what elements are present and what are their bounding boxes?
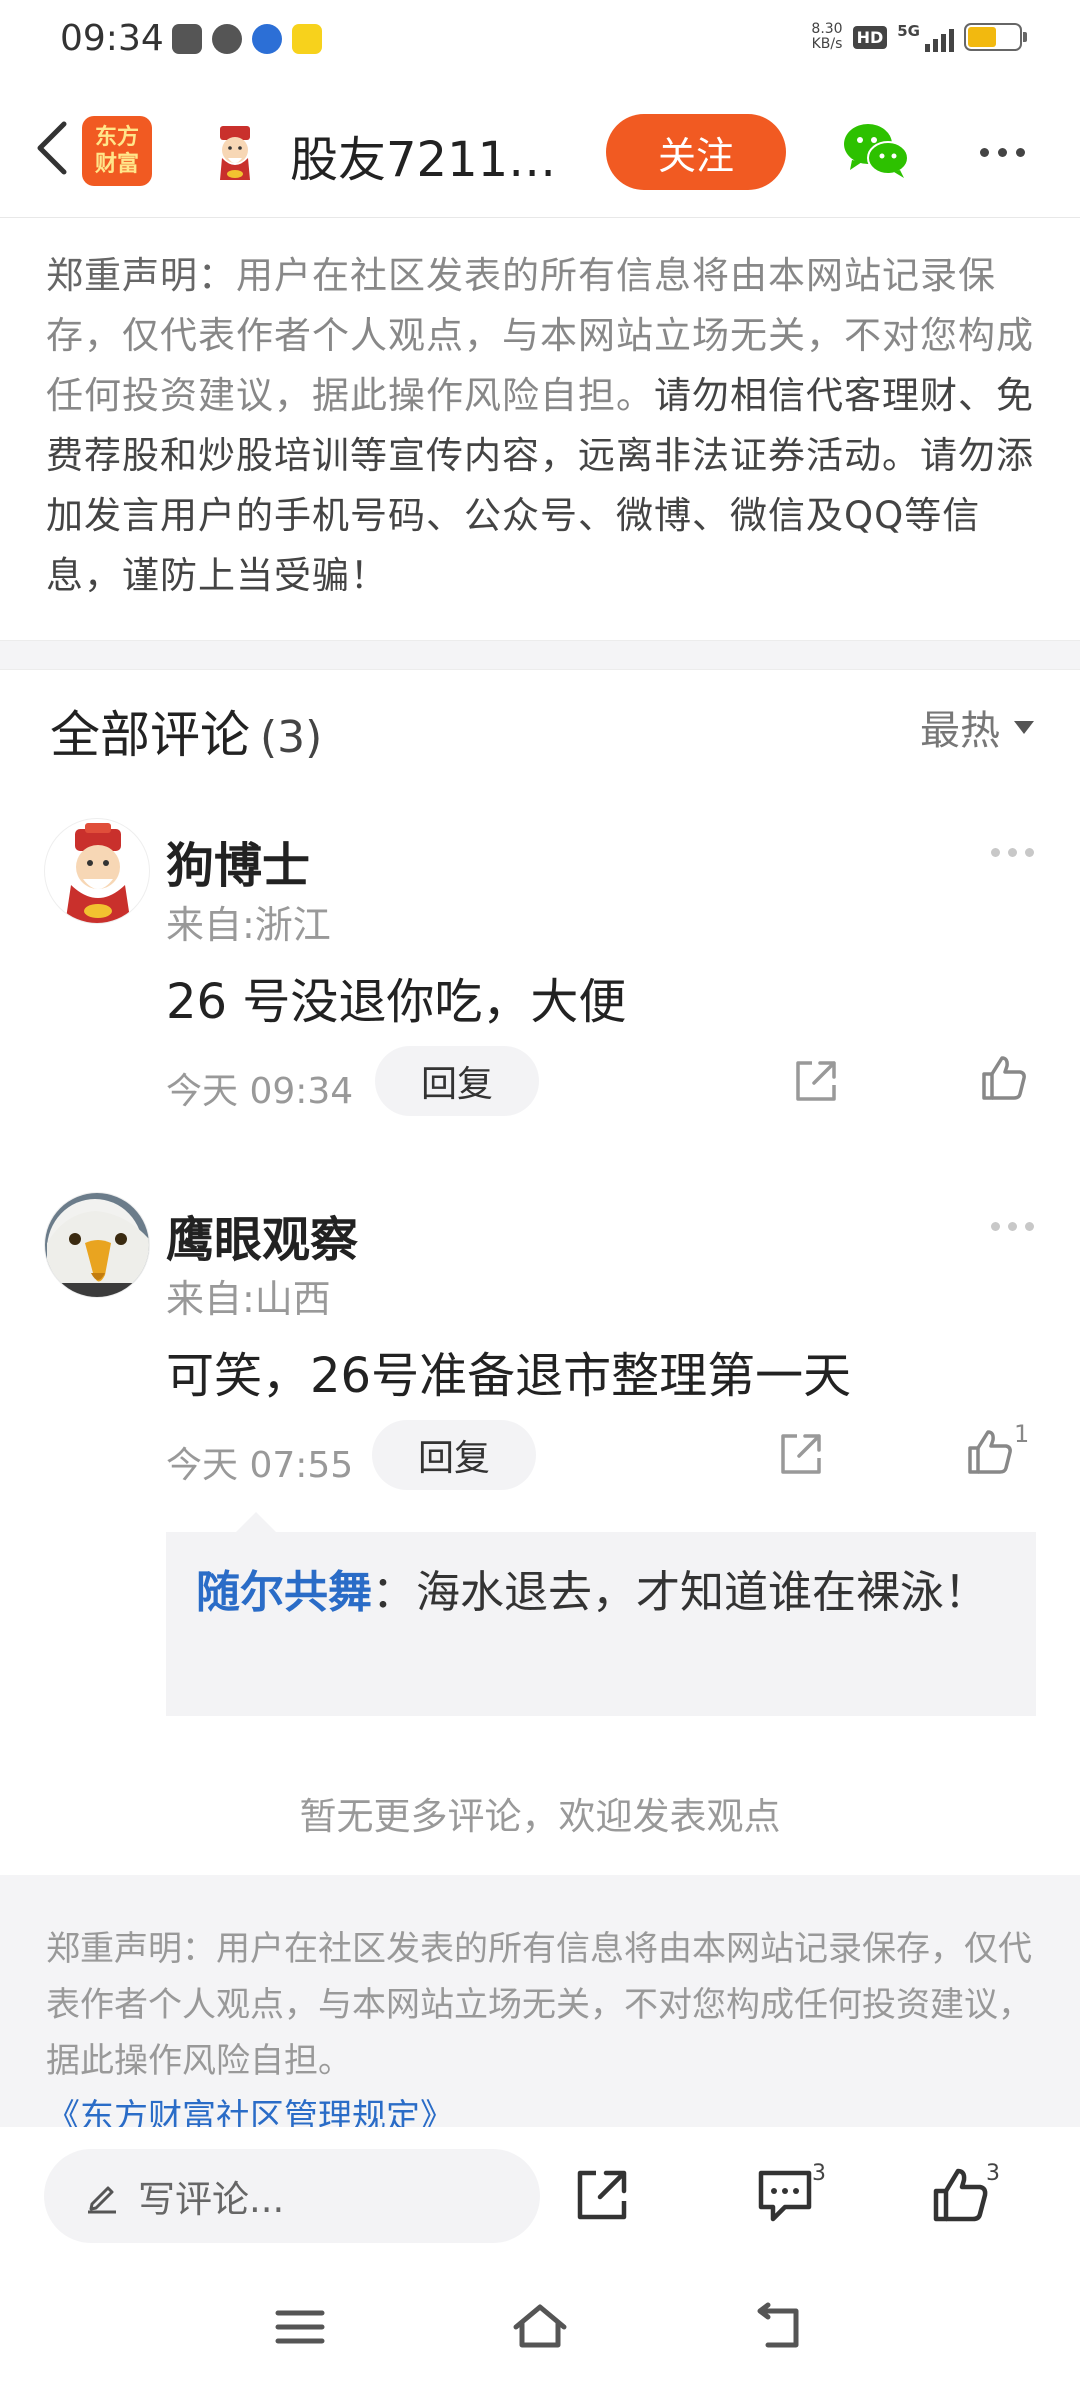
comment-count-badge: 3	[812, 2161, 826, 2186]
commenter-avatar[interactable]	[44, 818, 150, 924]
caishen-avatar-icon	[65, 823, 131, 923]
app-logo[interactable]: 东方 财富	[82, 116, 152, 186]
comment-text[interactable]: 26 号没退你吃，大便	[166, 962, 626, 1032]
like-count-badge: 3	[986, 2161, 1000, 2186]
comment-more-button[interactable]	[991, 1222, 1034, 1231]
hd-badge: HD	[852, 25, 888, 49]
reply-text: ：海水退去，才知道谁在裸泳！	[372, 1567, 988, 1618]
bottom-action-bar: 写评论... 3 3	[0, 2127, 1080, 2271]
author-name-title[interactable]: 股友7211…	[290, 120, 560, 190]
disclaimer-bottom-text: 郑重声明：用户在社区发表的所有信息将由本网站记录保存，仅代表作者个人观点，与本网…	[46, 1929, 1032, 2081]
disclaimer-bottom: 郑重声明：用户在社区发表的所有信息将由本网站记录保存，仅代表作者个人观点，与本网…	[0, 1875, 1080, 2127]
signal-icon: 5G	[897, 22, 954, 52]
commenter-name[interactable]: 狗博士	[166, 826, 310, 896]
system-nav-bar	[0, 2271, 1080, 2388]
disclaimer-top: 郑重声明：用户在社区发表的所有信息将由本网站记录保存，仅代表作者个人观点，与本网…	[46, 246, 1036, 606]
community-rules-link[interactable]: 《东方财富社区管理规定》	[46, 2089, 1034, 2127]
wechat-icon	[844, 124, 909, 178]
reply-button[interactable]: 回复	[372, 1420, 536, 1490]
commenter-location: 来自:浙江	[166, 903, 331, 947]
caret-down-icon	[1014, 720, 1034, 734]
status-indicators: 8.30 KB/s HD 5G	[811, 21, 1027, 52]
follow-button[interactable]: 关注	[606, 114, 786, 190]
back-arrow-icon	[37, 121, 67, 175]
baidu-notification-icon	[252, 24, 282, 54]
comment-time: 今天 09:34	[166, 1071, 354, 1112]
home-icon[interactable]	[510, 2299, 570, 2355]
notification-icons	[172, 24, 322, 54]
status-bar: 09:34 8.30 KB/s HD 5G	[0, 0, 1080, 80]
reply-username[interactable]: 随尔共舞	[196, 1567, 372, 1618]
return-icon[interactable]	[750, 2299, 810, 2355]
section-divider	[0, 640, 1080, 670]
nested-reply[interactable]: 随尔共舞：海水退去，才知道谁在裸泳！	[166, 1512, 1036, 1716]
sort-dropdown[interactable]: 最热	[920, 698, 1034, 756]
status-time: 09:34	[60, 18, 164, 59]
comments-count: (3)	[260, 712, 323, 763]
mail-notification-icon	[172, 24, 202, 54]
more-dots-icon	[991, 848, 1000, 857]
battery-icon	[964, 23, 1027, 51]
back-button[interactable]	[22, 118, 82, 178]
thumbs-up-icon[interactable]	[966, 1428, 1014, 1476]
commenter-location: 来自:山西	[166, 1277, 331, 1321]
thumbs-up-icon[interactable]	[930, 2165, 990, 2225]
comment-time: 今天 07:55	[166, 1445, 354, 1486]
app-notification-icon	[292, 24, 322, 54]
caishen-avatar-icon	[220, 126, 250, 180]
reply-button[interactable]: 回复	[375, 1046, 539, 1116]
thumbs-up-icon[interactable]	[980, 1054, 1028, 1102]
message-notification-icon	[212, 24, 242, 54]
write-comment-input[interactable]: 写评论...	[44, 2149, 540, 2243]
post-header: 东方 财富 股友7211… 关注	[0, 80, 1080, 218]
share-icon[interactable]	[572, 2165, 632, 2225]
network-speed: 8.30 KB/s	[811, 21, 843, 52]
like-count: 1	[1014, 1420, 1030, 1448]
comment-more-button[interactable]	[991, 848, 1034, 857]
no-more-comments: 暂无更多评论，欢迎发表观点	[299, 1795, 781, 1838]
more-dots-icon	[979, 147, 989, 157]
menu-icon[interactable]	[270, 2299, 330, 2355]
comment-bubble-icon[interactable]	[755, 2165, 815, 2225]
disclaimer-heading: 郑重声明：	[46, 254, 236, 297]
share-icon[interactable]	[777, 1430, 825, 1478]
commenter-avatar[interactable]	[44, 1192, 150, 1298]
author-avatar[interactable]	[206, 124, 264, 182]
eagle-avatar-icon	[45, 1193, 149, 1297]
pencil-icon	[88, 2186, 116, 2214]
wechat-share-button[interactable]	[842, 120, 910, 180]
share-icon[interactable]	[792, 1057, 840, 1105]
comment-text[interactable]: 可笑，26号准备退市整理第一天	[166, 1336, 851, 1406]
more-dots-icon	[991, 1222, 1000, 1231]
commenter-name[interactable]: 鹰眼观察	[166, 1200, 358, 1270]
comments-title: 全部评论 (3)	[50, 706, 323, 764]
more-options-button[interactable]	[972, 132, 1032, 172]
